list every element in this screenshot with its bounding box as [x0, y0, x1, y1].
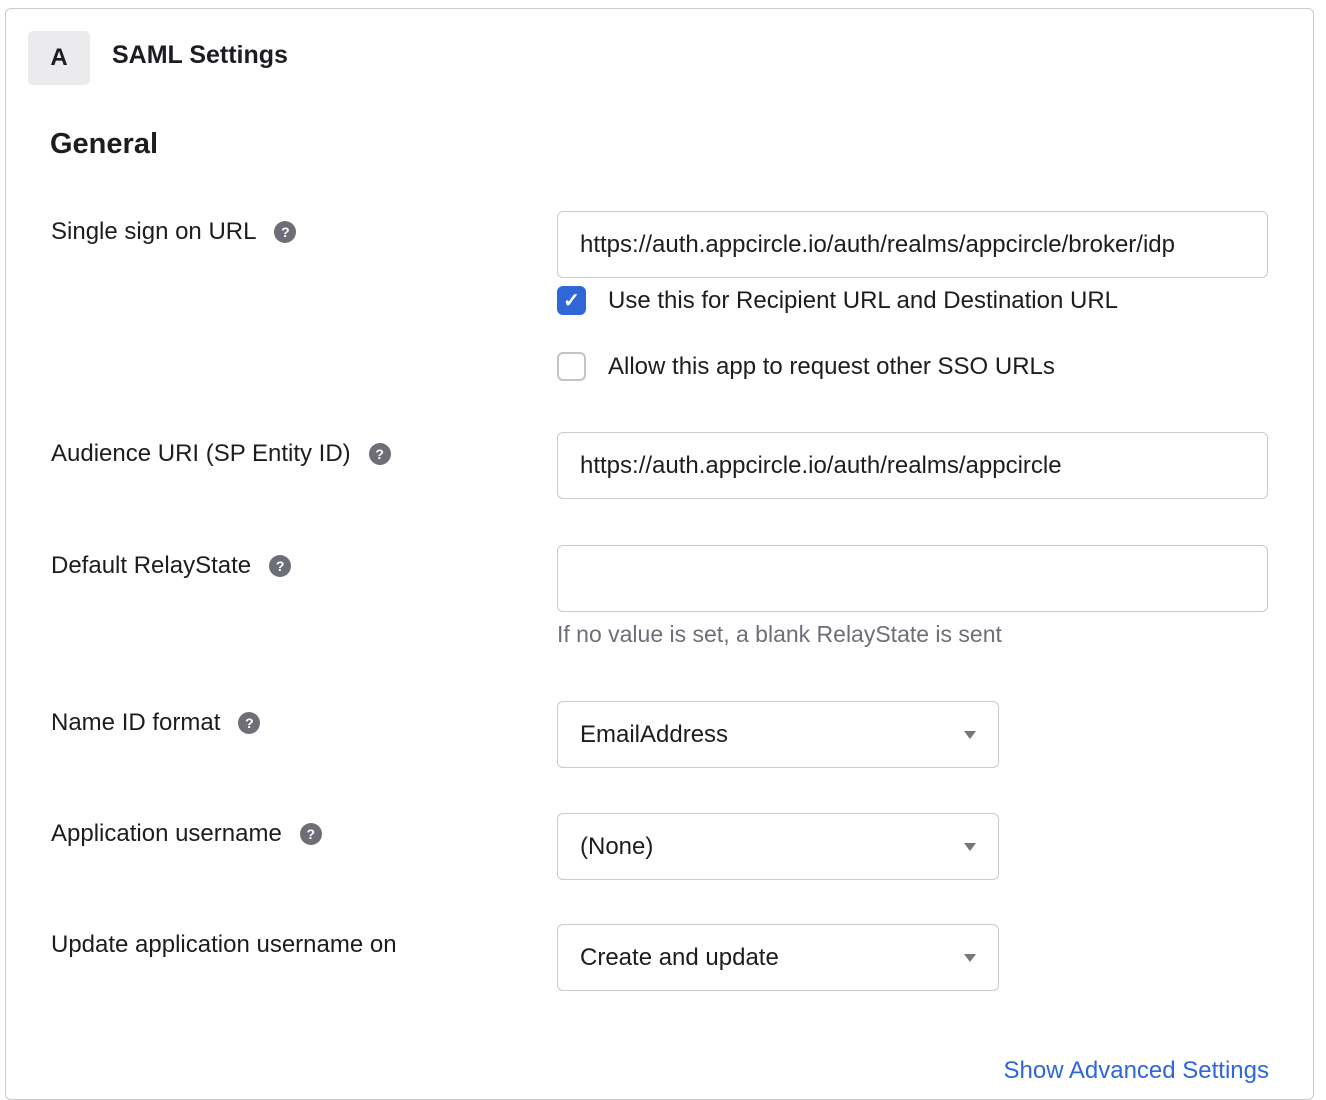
app-username-select[interactable]: (None): [557, 813, 999, 880]
relay-state-input[interactable]: [557, 545, 1268, 612]
label-text: Audience URI (SP Entity ID): [51, 440, 351, 467]
checkbox-label: Allow this app to request other SSO URLs: [608, 352, 1055, 380]
recipient-url-checkbox[interactable]: ✓ Use this for Recipient URL and Destina…: [557, 286, 1118, 315]
relay-state-hint: If no value is set, a blank RelayState i…: [557, 621, 1002, 647]
checkbox-unchecked-icon[interactable]: [557, 352, 586, 381]
page-title: SAML Settings: [112, 41, 288, 69]
select-value: EmailAddress: [580, 720, 729, 748]
audience-uri-input[interactable]: https://auth.appcircle.io/auth/realms/ap…: [557, 432, 1268, 499]
step-badge: A: [28, 31, 90, 85]
section-title: General: [50, 128, 158, 160]
help-icon[interactable]: ?: [274, 221, 297, 243]
update-username-label: Update application username on: [51, 931, 397, 959]
chevron-down-icon: [964, 953, 976, 962]
label-text: Default RelayState: [51, 552, 252, 579]
chevron-down-icon: [964, 730, 976, 739]
label-text: Name ID format: [51, 709, 221, 736]
sso-url-label: Single sign on URL ?: [51, 218, 297, 246]
help-icon[interactable]: ?: [299, 823, 322, 845]
other-sso-urls-checkbox[interactable]: Allow this app to request other SSO URLs: [557, 352, 1055, 381]
name-id-format-label: Name ID format ?: [51, 709, 261, 737]
checkbox-checked-icon[interactable]: ✓: [557, 286, 586, 315]
checkbox-label: Use this for Recipient URL and Destinati…: [608, 286, 1119, 314]
select-value: (None): [580, 832, 654, 860]
name-id-format-select[interactable]: EmailAddress: [557, 701, 999, 768]
help-icon[interactable]: ?: [368, 443, 391, 465]
help-icon[interactable]: ?: [269, 555, 292, 577]
select-value: Create and update: [580, 943, 779, 971]
update-username-select[interactable]: Create and update: [557, 924, 999, 991]
show-advanced-settings-link[interactable]: Show Advanced Settings: [1003, 1057, 1269, 1085]
chevron-down-icon: [964, 842, 976, 851]
app-username-label: Application username ?: [51, 820, 322, 848]
help-icon[interactable]: ?: [238, 712, 261, 734]
sso-url-input[interactable]: https://auth.appcircle.io/auth/realms/ap…: [557, 211, 1268, 278]
audience-uri-label: Audience URI (SP Entity ID) ?: [51, 440, 391, 468]
label-text: Application username: [51, 820, 282, 847]
relay-state-label: Default RelayState ?: [51, 552, 292, 580]
label-text: Single sign on URL: [51, 218, 257, 245]
label-text: Update application username on: [51, 931, 397, 958]
